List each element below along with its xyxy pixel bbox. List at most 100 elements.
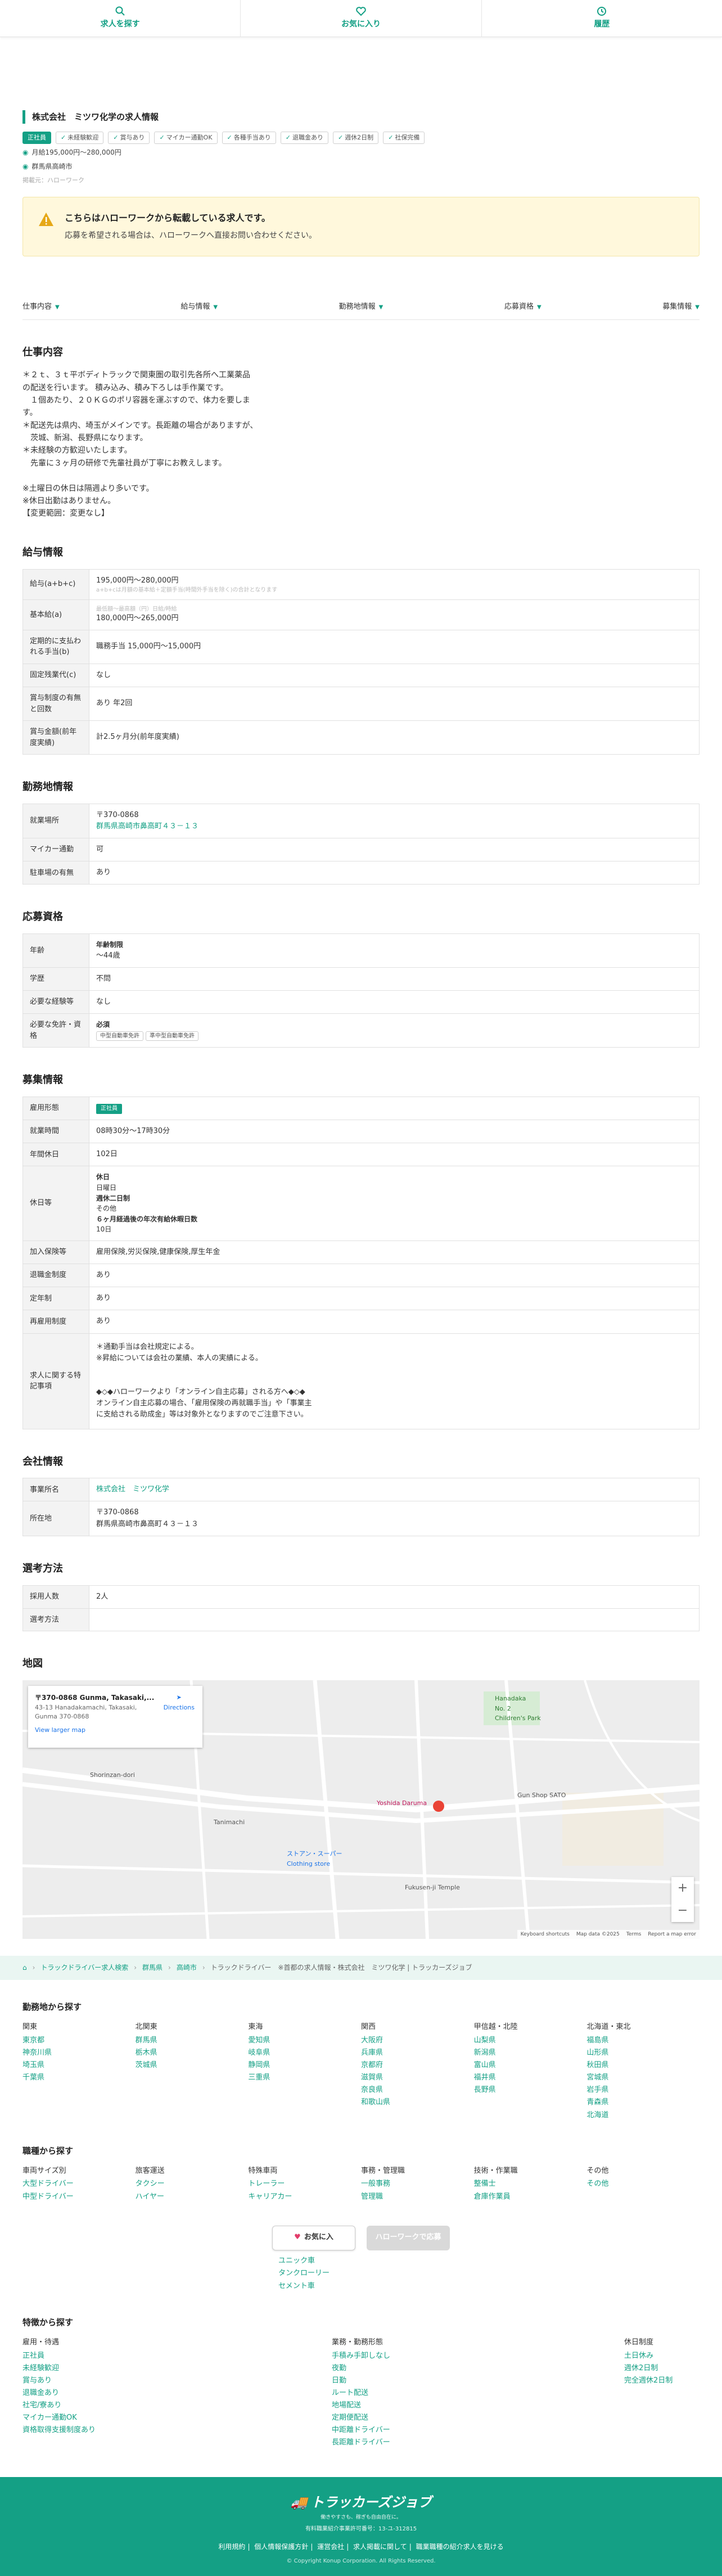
area-link[interactable]: 滋賀県 — [361, 2072, 474, 2084]
feature-link[interactable]: マイカー通勤OK — [22, 2412, 332, 2424]
feature-link[interactable]: 日勤 — [332, 2375, 624, 2387]
feature-link[interactable]: 土日休み — [624, 2350, 700, 2362]
area-link[interactable]: 千葉県 — [22, 2072, 136, 2084]
home-icon[interactable]: ⌂ — [22, 1963, 27, 1973]
footer-link[interactable]: 個人情報保護方針 — [254, 2543, 308, 2551]
area-link[interactable]: 静岡県 — [248, 2059, 361, 2072]
job-link[interactable]: 大型ドライバー — [22, 2178, 136, 2190]
feature-link[interactable]: 完全週休2日制 — [624, 2375, 700, 2387]
feature-link[interactable]: 資格取得支援制度あり — [22, 2424, 332, 2437]
area-link[interactable]: 三重県 — [248, 2072, 361, 2084]
vehicle-link[interactable]: セメント車 — [278, 2280, 700, 2293]
area-search-title: 勤務地から探す — [22, 2002, 82, 2013]
address-link[interactable]: 群馬県高崎市鼻高町４３－１３ — [96, 822, 198, 831]
view-larger-map-link[interactable]: View larger map — [35, 1725, 196, 1735]
breadcrumb-link[interactable]: トラックドライバー求人検索 — [40, 1963, 128, 1973]
area-link[interactable]: 埼玉県 — [22, 2059, 136, 2072]
feature-link[interactable]: ルート配送 — [332, 2387, 624, 2399]
job-link[interactable]: 整備士 — [474, 2178, 587, 2190]
job-link[interactable]: 倉庫作業員 — [474, 2191, 587, 2203]
tag-list: 正社員 ✓ 未経験歓迎 ✓ 賞与あり ✓ マイカー通勤OK ✓ 各種手当あり ✓ 退職金あ… — [22, 132, 700, 144]
area-link[interactable]: 群馬県 — [136, 2034, 249, 2047]
company-section-title: 会社情報 — [22, 1455, 63, 1468]
site-logo[interactable]: 🚚 トラッカーズジョブ — [291, 2492, 432, 2513]
tab-location[interactable]: 勤務地情報 ▼ — [339, 301, 383, 313]
map-section-title: 地図 — [22, 1658, 43, 1670]
area-link[interactable]: 神奈川県 — [22, 2047, 136, 2059]
footer-link[interactable]: 運営会社 — [317, 2543, 344, 2551]
area-link[interactable]: 茨城県 — [136, 2059, 249, 2072]
feature-link[interactable]: 退職金あり — [22, 2387, 332, 2399]
area-link[interactable]: 岐阜県 — [248, 2047, 361, 2059]
breadcrumb-link[interactable]: 群馬県 — [142, 1963, 163, 1973]
vehicle-links: ユニック車 タンクローリー セメント車 — [278, 2255, 700, 2293]
feature-link[interactable]: 定期便配送 — [332, 2412, 624, 2424]
map-label: Gun Shop SATO — [517, 1792, 566, 1799]
tab-salary[interactable]: 給与情報 ▼ — [180, 301, 218, 313]
vehicle-link[interactable]: タンクローリー — [278, 2267, 700, 2280]
vehicle-link[interactable]: ユニック車 — [278, 2255, 700, 2268]
apply-button[interactable]: ハローワークで応募 — [367, 2225, 450, 2250]
table-row: 休日等 休日 日曜日 週休二日制 その他 ６ヶ月経過後の年次有給休暇日数 10日 — [22, 1166, 700, 1241]
job-link[interactable]: その他 — [586, 2178, 700, 2190]
area-link[interactable]: 秋田県 — [586, 2059, 700, 2072]
area-link[interactable]: 和歌山県 — [361, 2096, 474, 2109]
footer-link[interactable]: 求人掲載に関して — [353, 2543, 407, 2551]
job-link[interactable]: キャリアカー — [248, 2191, 361, 2203]
area-link[interactable]: 福井県 — [474, 2072, 587, 2084]
area-link[interactable]: 兵庫県 — [361, 2047, 474, 2059]
directions-button[interactable]: ➤ Directions — [164, 1693, 195, 1712]
favorite-button[interactable]: ♥ お気に入 — [272, 2225, 355, 2250]
feature-link[interactable]: 夜勤 — [332, 2362, 624, 2375]
area-link[interactable]: 栃木県 — [136, 2047, 249, 2059]
area-link[interactable]: 山形県 — [586, 2047, 700, 2059]
footer-link[interactable]: 職業職種の紹介求人を見ける — [416, 2543, 504, 2551]
area-link[interactable]: 山梨県 — [474, 2034, 587, 2047]
check-icon: ✓ — [337, 134, 344, 141]
feature-link[interactable]: 長距離ドライバー — [332, 2437, 624, 2449]
area-link[interactable]: 長野県 — [474, 2084, 587, 2096]
area-link[interactable]: 新潟県 — [474, 2047, 587, 2059]
nav-search[interactable]: 求人を探す — [0, 0, 241, 37]
feature-link[interactable]: 未経験歓迎 — [22, 2362, 332, 2375]
area-link[interactable]: 奈良県 — [361, 2084, 474, 2096]
tab-recruit[interactable]: 募集情報 ▼ — [662, 301, 700, 313]
feature-link[interactable]: 手積み手卸しなし — [332, 2350, 624, 2362]
job-link[interactable]: 一般事務 — [361, 2178, 474, 2190]
tab-job[interactable]: 仕事内容 ▼ — [22, 301, 60, 313]
feature-link[interactable]: 社宅/寮あり — [22, 2399, 332, 2412]
job-link[interactable]: 管理職 — [361, 2191, 474, 2203]
check-icon: ✓ — [61, 134, 66, 141]
area-link[interactable]: 宮城県 — [586, 2072, 700, 2084]
area-link[interactable]: 富山県 — [474, 2059, 587, 2072]
feature-link[interactable]: 週休2日制 — [624, 2362, 700, 2375]
footer-link[interactable]: 利用規約 — [218, 2543, 245, 2551]
breadcrumb-link[interactable]: 高崎市 — [177, 1963, 197, 1973]
google-map[interactable]: Hanadaka No. 2 Children's Park Gun Shop … — [22, 1680, 700, 1939]
tab-qualification[interactable]: 応募資格 ▼ — [504, 301, 542, 313]
feature-link[interactable]: 中距離ドライバー — [332, 2424, 624, 2437]
zoom-in-button[interactable]: + — [671, 1877, 694, 1900]
zoom-out-button[interactable]: − — [671, 1900, 694, 1922]
nav-history[interactable]: 履歴 — [482, 0, 722, 37]
job-link[interactable]: タクシー — [136, 2178, 249, 2190]
area-link[interactable]: 東京都 — [22, 2034, 136, 2047]
tag: 正社員 — [22, 132, 51, 144]
area-link[interactable]: 愛知県 — [248, 2034, 361, 2047]
nav-favorites[interactable]: お気に入り — [241, 0, 482, 37]
feature-link[interactable]: 正社員 — [22, 2350, 332, 2362]
area-link[interactable]: 京都府 — [361, 2059, 474, 2072]
area-link[interactable]: 北海道 — [586, 2109, 700, 2122]
job-link[interactable]: ハイヤー — [136, 2191, 249, 2203]
recruit-table: 雇用形態 正社員 就業時間 08時30分〜17時30分 年間休日 102日 休日等 休… — [22, 1097, 700, 1429]
area-link[interactable]: 青森県 — [586, 2096, 700, 2109]
area-link[interactable]: 大阪府 — [361, 2034, 474, 2047]
area-link[interactable]: 福島県 — [586, 2034, 700, 2047]
feature-link[interactable]: 地場配送 — [332, 2399, 624, 2412]
area-link[interactable]: 岩手県 — [586, 2084, 700, 2096]
company-link[interactable]: 株式会社 ミツワ化学 — [96, 1485, 169, 1494]
job-link[interactable]: トレーラー — [248, 2178, 361, 2190]
feature-link[interactable]: 賞与あり — [22, 2375, 332, 2387]
job-link[interactable]: 中型ドライバー — [22, 2191, 136, 2203]
table-row: 固定残業代(c) なし — [22, 663, 700, 688]
